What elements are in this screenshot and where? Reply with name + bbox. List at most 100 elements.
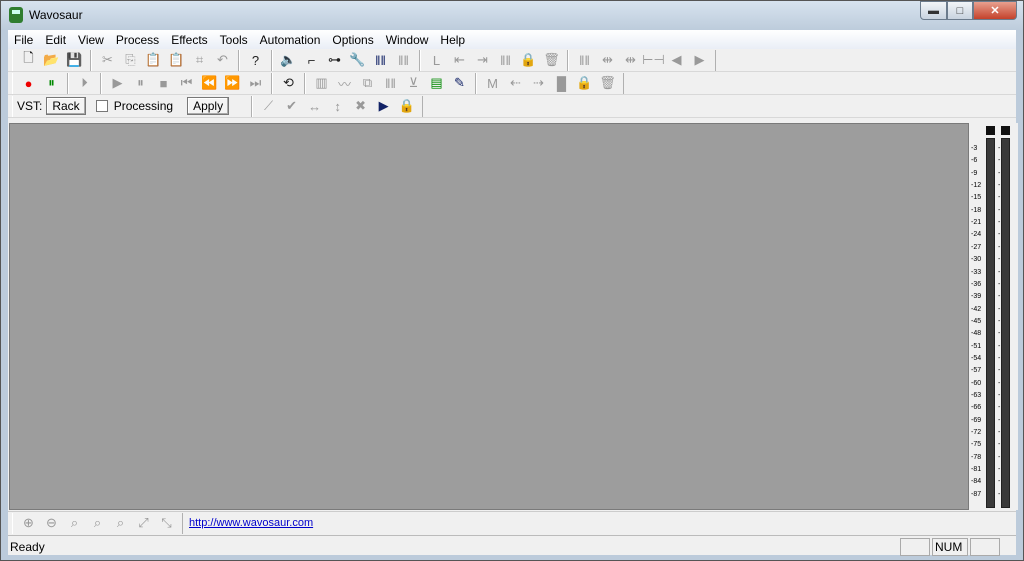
loop-left-icon[interactable]: ⇤ (448, 50, 471, 70)
marker-prev-icon[interactable]: ⇹ (596, 50, 619, 70)
loop-icon[interactable]: ⟲ (277, 73, 300, 93)
copy-icon[interactable]: ⎘ (119, 50, 142, 70)
toolbar-group: ▶ ⏸ ■ ⏮ ⏪ ⏩ ⏭ (101, 72, 272, 94)
processing-checkbox[interactable] (95, 100, 108, 112)
status-text: Ready (10, 539, 45, 554)
new-file-icon[interactable]: 🗋 (17, 50, 40, 70)
paste-icon[interactable]: 📋 (142, 50, 165, 70)
menu-help[interactable]: Help (434, 33, 471, 47)
rewind-icon[interactable]: ⏪ (198, 73, 221, 93)
menu-window[interactable]: Window (380, 33, 435, 47)
go-start-icon[interactable]: ⏮ (175, 73, 198, 93)
meter-scale-label: -57 (971, 367, 982, 375)
toolbar-group: ǁǁ ⇹ ⇹ ⊢⊣ ◀ ▶ (568, 49, 716, 71)
wrench-icon[interactable]: 🔧 (346, 50, 369, 70)
menu-view[interactable]: View (72, 33, 110, 47)
delete-x-icon[interactable]: ✖ (349, 96, 372, 116)
menu-automation[interactable]: Automation (254, 33, 327, 47)
meter-scale-label: -30 (971, 256, 982, 264)
marker-m-icon[interactable]: M (481, 73, 504, 93)
zoom-in-icon[interactable]: ⊕ (17, 513, 40, 533)
zoom-restore-icon[interactable]: ⤡ (155, 513, 178, 533)
automation-curve-icon[interactable]: ⟋ (257, 96, 280, 116)
vertical-arrows-icon[interactable]: ↕ (326, 96, 349, 116)
open-folder-icon[interactable]: 📂 (40, 50, 63, 70)
meter-scale-label: -6 (971, 157, 978, 165)
route-icon[interactable]: ⊶ (323, 50, 346, 70)
zoom-vertical-out-icon[interactable]: ⌕ (109, 513, 132, 533)
loop-right-icon[interactable]: ⇥ (471, 50, 494, 70)
marker-trash-icon[interactable]: 🗑 (596, 73, 619, 93)
envelope-icon[interactable]: 〰 (333, 73, 356, 93)
zoom-selection-icon[interactable]: ⤢ (132, 513, 155, 533)
record-pause-icon[interactable]: ⏸ (40, 73, 63, 93)
zoom-fit-icon[interactable]: ⌕ (63, 513, 86, 533)
menu-process[interactable]: Process (110, 33, 165, 47)
help-icon[interactable]: ? (244, 50, 267, 70)
window-title: Wavosaur (29, 8, 83, 22)
waveform-workspace[interactable] (9, 123, 969, 510)
menu-effects[interactable]: Effects (165, 33, 213, 47)
waveform-blue-icon[interactable]: ǁǁ (369, 50, 392, 70)
record-icon[interactable]: ● (17, 73, 40, 93)
pause-icon[interactable]: ⏸ (129, 73, 152, 93)
go-end-icon[interactable]: ⏭ (244, 73, 267, 93)
cut-icon[interactable]: ✂ (96, 50, 119, 70)
horizontal-arrows-icon[interactable]: ↔ (303, 96, 326, 116)
marker-m-right-icon[interactable]: ⇢ (527, 73, 550, 93)
arrow-right-icon[interactable]: ▶ (688, 50, 711, 70)
check-icon[interactable]: ✔ (280, 96, 303, 116)
menu-tools[interactable]: Tools (214, 33, 254, 47)
trash-icon[interactable]: 🗑 (540, 50, 563, 70)
lock-icon[interactable]: 🔒 (517, 50, 540, 70)
normalize-icon[interactable]: ▥ (310, 73, 333, 93)
meter-tick: - (998, 490, 1001, 498)
fast-forward-icon[interactable]: ⏩ (221, 73, 244, 93)
stop-icon[interactable]: ■ (152, 73, 175, 93)
menu-file[interactable]: File (8, 33, 39, 47)
connect-icon[interactable]: ⌐ (300, 50, 323, 70)
save-icon[interactable]: 💾 (63, 50, 86, 70)
marker-between-icon[interactable]: ⊢⊣ (642, 50, 665, 70)
undo-icon[interactable]: ↶ (211, 50, 234, 70)
meter-tick: - (998, 145, 1001, 152)
meter-scale-label: -78 (971, 453, 982, 461)
pencil-icon[interactable]: ✎ (448, 73, 471, 93)
automation-lock-icon[interactable]: 🔒 (395, 96, 418, 116)
zoom-out-icon[interactable]: ⊖ (40, 513, 63, 533)
website-link[interactable]: http://www.wavosaur.com (183, 517, 319, 529)
marker-lock-icon[interactable]: 🔒 (573, 73, 596, 93)
crop-icon[interactable]: ⌗ (188, 50, 211, 70)
play-box-icon[interactable]: ▶ (372, 96, 395, 116)
arrow-left-icon[interactable]: ◀ (665, 50, 688, 70)
apply-button[interactable]: Apply (187, 97, 230, 115)
threshold-icon[interactable]: ⊻ (402, 73, 425, 93)
status-bar: Ready NUM (8, 535, 1016, 557)
marker-m-left-icon[interactable]: ⇠ (504, 73, 527, 93)
minimize-button[interactable]: ▬ (920, 1, 947, 20)
waveform-icon[interactable]: ǁǁ (392, 50, 415, 70)
menu-edit[interactable]: Edit (39, 33, 72, 47)
menu-options[interactable]: Options (326, 33, 379, 47)
meter-tick: - (998, 219, 1001, 227)
meter-tick: - (998, 478, 1001, 486)
meter-tick: - (998, 268, 1001, 276)
marker-icon[interactable]: ǁǁ (573, 50, 596, 70)
marker-next-icon[interactable]: ⇹ (619, 50, 642, 70)
rack-button[interactable]: Rack (46, 97, 86, 115)
loop-start-icon[interactable]: L (425, 50, 448, 70)
spectrum-icon[interactable]: ▤ (425, 73, 448, 93)
play-from-start-icon[interactable]: ⏵ (73, 73, 96, 93)
maximize-button[interactable]: □ (947, 1, 973, 20)
speaker-icon[interactable]: 🔈 (277, 50, 300, 70)
waveform-loop-icon[interactable]: ǁǁ (494, 50, 517, 70)
meter-tick: - (998, 429, 1001, 437)
waveform-split-icon[interactable]: ǁǁ (379, 73, 402, 93)
marker-block-icon[interactable]: █ (550, 73, 573, 93)
paste-mix-icon[interactable]: 📋 (165, 50, 188, 70)
duplicate-icon[interactable]: ⧉ (356, 73, 379, 93)
vst-label: VST: (17, 99, 43, 113)
play-icon[interactable]: ▶ (106, 73, 129, 93)
zoom-vertical-in-icon[interactable]: ⌕ (86, 513, 109, 533)
close-button[interactable]: ✕ (973, 1, 1017, 20)
